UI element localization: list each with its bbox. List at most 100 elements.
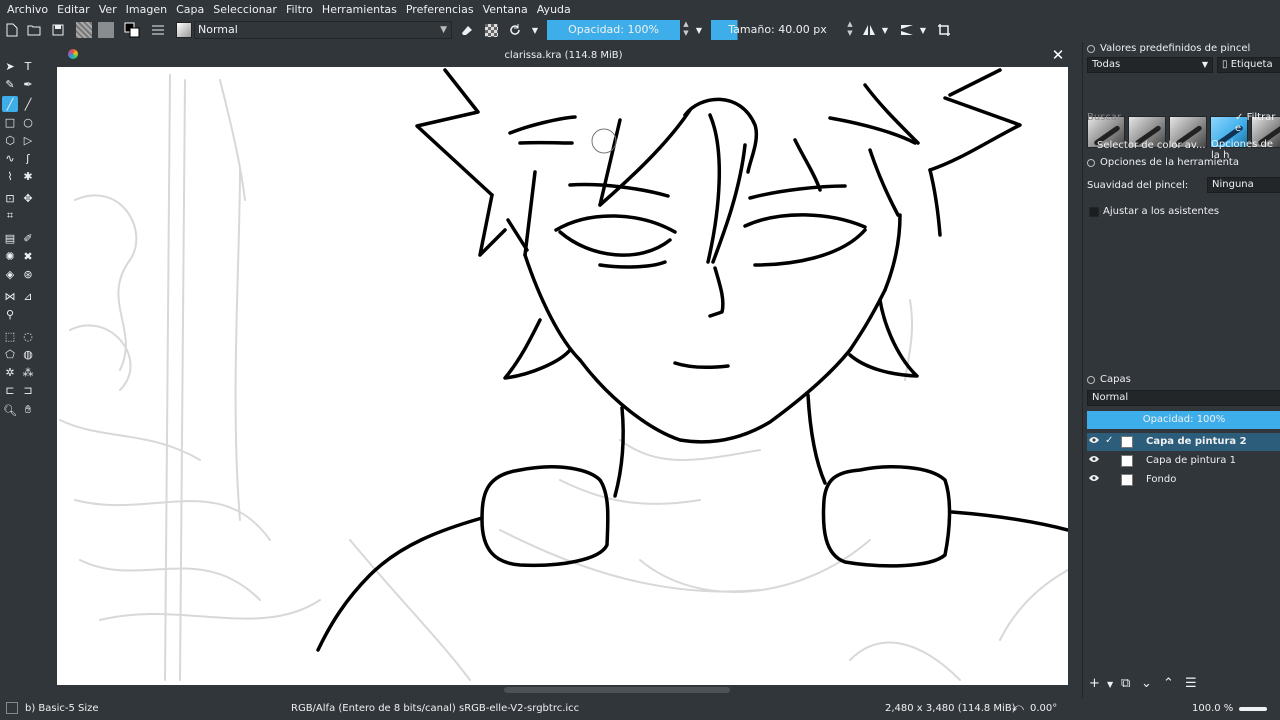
assistants-checkbox[interactable]	[1089, 207, 1099, 217]
menu-ver[interactable]: Ver	[99, 3, 122, 16]
zoom-tool-icon[interactable]: 🔍︎	[2, 402, 18, 418]
gradient-tool-icon[interactable]: ▤	[2, 230, 18, 246]
wrap-around-icon[interactable]	[934, 20, 954, 40]
eye-icon[interactable]	[1089, 474, 1099, 482]
crop-tool-icon[interactable]: ⌗	[2, 208, 18, 224]
polygon-tool-icon[interactable]: ⬡	[2, 132, 18, 148]
menu-archivo[interactable]: Archivo	[7, 3, 53, 16]
select-shapes-icon[interactable]: ➤	[2, 58, 18, 74]
panel-float-icon[interactable]	[1087, 375, 1095, 384]
smart-patch-icon[interactable]: ✖	[20, 248, 36, 264]
tag-select[interactable]: ▯ Etiqueta	[1217, 57, 1280, 73]
add-layer-dropdown-icon[interactable]: ▼	[1107, 680, 1113, 689]
dynamic-brush-icon[interactable]: ⌇	[2, 168, 18, 184]
brush-settings-icon[interactable]	[148, 20, 168, 40]
contiguous-select-icon[interactable]: ✲	[2, 364, 18, 380]
new-document-icon[interactable]	[2, 20, 22, 40]
move-layer-up-icon[interactable]: ⌃	[1163, 676, 1174, 691]
reload-icon[interactable]	[505, 20, 525, 40]
add-layer-icon[interactable]: +	[1089, 676, 1100, 691]
eye-icon[interactable]	[1089, 455, 1099, 463]
filter-checkbox[interactable]: ✓ Filtrar e	[1235, 112, 1280, 134]
freehand-brush-icon[interactable]: ╱	[2, 96, 18, 112]
eye-icon[interactable]	[1089, 436, 1099, 444]
transform-tool-icon[interactable]: ⊡	[2, 190, 18, 206]
measure-tool-icon[interactable]: ⊿	[20, 288, 36, 304]
scroll-thumb[interactable]	[504, 687, 730, 693]
rotation-icon[interactable]: ⤺	[1012, 701, 1024, 715]
multibrush-icon[interactable]: ✱	[20, 168, 36, 184]
layer-row-3[interactable]: Fondo	[1087, 471, 1280, 489]
text-tool-icon[interactable]: T	[20, 58, 36, 74]
close-document-button[interactable]: ✕	[1050, 47, 1066, 63]
pan-tool-icon[interactable]: ✋︎	[20, 402, 36, 418]
freehand-select-icon[interactable]: ◍	[20, 346, 36, 362]
move-layer-down-icon[interactable]: ⌄	[1141, 676, 1152, 691]
gradient-pattern-icon[interactable]	[74, 20, 94, 40]
brush-preset-icon[interactable]	[174, 20, 194, 40]
polygon-select-icon[interactable]: ⬠	[2, 346, 18, 362]
opacity-dropdown-icon[interactable]: ▼	[693, 20, 705, 40]
mirror-v-dropdown-icon[interactable]: ▼	[917, 20, 929, 40]
opacity-spin[interactable]: ▲ ▼	[681, 20, 691, 40]
assistant-tool-icon[interactable]: ⋈	[2, 288, 18, 304]
smoothing-select[interactable]: Ninguna	[1207, 177, 1280, 193]
menu-ayuda[interactable]: Ayuda	[537, 3, 576, 16]
layer-properties-icon[interactable]: ☰	[1185, 676, 1197, 691]
reload-dropdown-icon[interactable]: ▼	[529, 20, 541, 40]
menu-imagen[interactable]: Imagen	[126, 3, 172, 16]
brush-filter-select[interactable]: Todas ▼	[1087, 57, 1213, 73]
move-tool-icon[interactable]: ✥	[20, 190, 36, 206]
tab-color-selector[interactable]: Selector de color av...	[1097, 140, 1206, 151]
line-tool-icon[interactable]: ╱	[20, 96, 36, 112]
freehand-path-icon[interactable]: ʃ	[20, 150, 36, 166]
zoom-value[interactable]: 100.0 %	[1192, 703, 1233, 714]
layer-opacity-slider[interactable]: Opacidad: 100%	[1087, 411, 1280, 429]
menu-seleccionar[interactable]: Seleccionar	[213, 3, 282, 16]
polyline-tool-icon[interactable]: ▷	[20, 132, 36, 148]
open-folder-icon[interactable]	[24, 20, 44, 40]
menu-herramientas[interactable]: Herramientas	[322, 3, 402, 16]
eraser-icon[interactable]	[457, 20, 477, 40]
drawing-canvas[interactable]	[57, 67, 1068, 685]
blend-mode-select[interactable]: Normal ▼	[194, 21, 452, 39]
panel-float-icon[interactable]	[1087, 44, 1095, 53]
pattern-icon[interactable]	[96, 20, 116, 40]
duplicate-layer-icon[interactable]: ⧉	[1121, 676, 1130, 691]
reference-tool-icon[interactable]: ⚲	[2, 306, 18, 322]
edit-shapes-icon[interactable]: ✎	[2, 76, 18, 92]
colorize-mask-icon[interactable]: ✺	[2, 248, 18, 264]
menu-preferencias[interactable]: Preferencias	[406, 3, 479, 16]
menu-ventana[interactable]: Ventana	[483, 3, 533, 16]
rect-select-icon[interactable]: ⬚	[2, 328, 18, 344]
rotation-value[interactable]: 0.00°	[1030, 703, 1057, 714]
layer-row-2[interactable]: Capa de pintura 1	[1087, 452, 1280, 470]
bezier-select-icon[interactable]: ⊏	[2, 382, 18, 398]
save-icon[interactable]	[48, 20, 68, 40]
color-swap-icon[interactable]	[122, 20, 142, 40]
alpha-lock-icon[interactable]	[481, 20, 501, 40]
fill-tool-icon[interactable]: ◈	[2, 266, 18, 282]
size-slider[interactable]: Tamaño: 40.00 px	[711, 20, 844, 40]
size-spin[interactable]: ▲ ▼	[845, 20, 855, 40]
bezier-tool-icon[interactable]: ∿	[2, 150, 18, 166]
rectangle-tool-icon[interactable]: □	[2, 114, 18, 130]
layer-blend-select[interactable]: Normal	[1087, 390, 1280, 406]
vertical-scrollbar[interactable]	[1068, 67, 1082, 685]
magnetic-select-icon[interactable]: ⊐	[20, 382, 36, 398]
opacity-slider[interactable]: Opacidad: 100%	[547, 20, 680, 40]
menu-capa[interactable]: Capa	[176, 3, 209, 16]
layer-row-1[interactable]: ✓ Capa de pintura 2	[1087, 433, 1280, 451]
zoom-slider[interactable]	[1239, 707, 1267, 711]
mirror-vertical-icon[interactable]	[897, 20, 917, 40]
mirror-h-dropdown-icon[interactable]: ▼	[879, 20, 891, 40]
horizontal-scrollbar[interactable]	[57, 685, 1068, 695]
menu-editar[interactable]: Editar	[57, 3, 95, 16]
color-picker-icon[interactable]: ✐	[20, 230, 36, 246]
similar-select-icon[interactable]: ⁂	[20, 364, 36, 380]
ellipse-tool-icon[interactable]: ○	[20, 114, 36, 130]
brush-search-input[interactable]: Buscar	[1087, 112, 1121, 123]
ellipse-select-icon[interactable]: ◌	[20, 328, 36, 344]
calligraphy-icon[interactable]: ✒	[20, 76, 36, 92]
menu-filtro[interactable]: Filtro	[286, 3, 318, 16]
